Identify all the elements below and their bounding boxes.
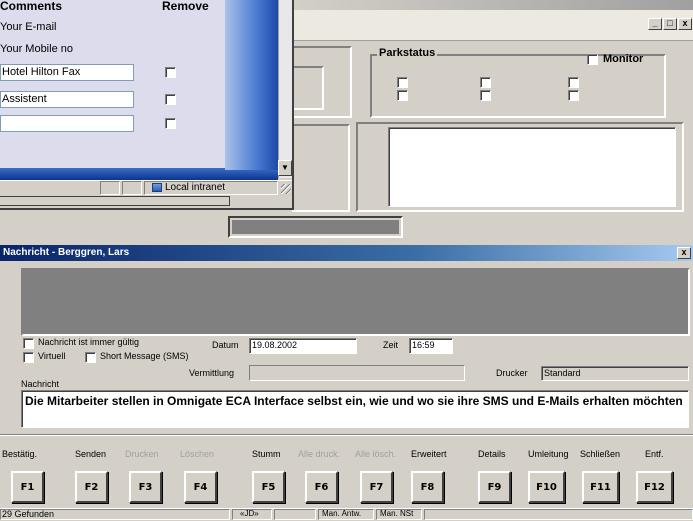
fkey-label-f3: Drucken	[125, 449, 159, 459]
status-found-cell: 29 Gefunden	[0, 509, 230, 520]
f12-button[interactable]: F12	[636, 471, 673, 503]
fkey-label-f9: Details	[478, 449, 506, 459]
message-window-title: Nachricht - Berggren, Lars	[3, 247, 130, 258]
virtual-checkbox[interactable]	[23, 352, 34, 363]
status-man-antw-text: Man. Antw.	[322, 509, 362, 518]
f7-button[interactable]: F7	[360, 471, 393, 503]
email-row-label: Your E-mail	[0, 21, 57, 33]
local-intranet-label: Local intranet	[165, 182, 226, 193]
remove-checkbox-2[interactable]	[165, 94, 176, 105]
popup-blue-right	[225, 0, 278, 170]
bg-window-controls: _ □ x	[648, 18, 692, 30]
fkey-label-f1: Bestätig.	[2, 449, 38, 459]
maximize-icon[interactable]: □	[663, 18, 677, 30]
fkey-label-f11: Schließen	[580, 449, 621, 459]
parkstatus-label: Parkstatus	[377, 47, 438, 59]
status-found-text: 29 Gefunden	[2, 509, 55, 519]
fkey-label-f12: Entf.	[645, 449, 664, 459]
f6-button[interactable]: F6	[305, 471, 338, 503]
monitor-label: Monitor	[603, 53, 644, 65]
f2-button[interactable]: F2	[75, 471, 108, 503]
status-cell-1	[100, 181, 120, 195]
remove-header: Remove	[162, 0, 209, 13]
park-slot-checkbox-1a[interactable]	[397, 77, 408, 88]
f11-button[interactable]: F11	[582, 471, 619, 503]
bg-mid-left-box	[292, 124, 350, 212]
scroll-down-arrow-icon[interactable]: ▼	[278, 160, 292, 176]
f9-button[interactable]: F9	[478, 471, 511, 503]
message-text-area[interactable]: Die Mitarbeiter stellen in Omnigate ECA …	[21, 390, 689, 428]
nachricht-label: Nachricht	[21, 379, 60, 389]
comments-header: Comments	[0, 0, 63, 13]
sms-label: Short Message (SMS)	[100, 351, 189, 361]
status-indicator-cell: «JD»	[232, 509, 272, 520]
monitor-checkbox[interactable]	[587, 53, 598, 65]
bg-gray-button[interactable]	[228, 216, 403, 238]
status-spacer-cell	[274, 509, 316, 520]
f8-button[interactable]: F8	[411, 471, 444, 503]
park-slot-checkbox-2b[interactable]	[480, 90, 491, 101]
status-empty-cell	[424, 509, 693, 520]
browser-popup-window: Comments Remove Your E-mail Your Mobile …	[0, 0, 294, 210]
local-intranet-icon	[152, 183, 162, 192]
comment-input-1[interactable]: Hotel Hilton Fax	[0, 64, 134, 81]
zeit-label: Zeit	[383, 340, 399, 350]
vermittlung-label: Vermittlung	[189, 368, 235, 378]
datum-field[interactable]: 19.08.2002	[249, 338, 357, 354]
fkey-label-f7: Alle lösch.	[355, 449, 397, 459]
drucker-label: Drucker	[496, 368, 528, 378]
remove-checkbox-3[interactable]	[165, 118, 176, 129]
message-window-titlebar: Nachricht - Berggren, Lars x	[0, 245, 693, 261]
f1-button[interactable]: F1	[11, 471, 44, 503]
status-indicator-text: «JD»	[240, 509, 259, 518]
fkey-label-f4: Löschen	[180, 449, 215, 459]
bg-menu-strip	[292, 10, 693, 41]
vermittlung-field	[249, 365, 465, 381]
monitor-checkbox-group[interactable]: Monitor	[587, 53, 643, 65]
status-man-antw-cell: Man. Antw.	[318, 509, 374, 520]
bg-title-strip	[292, 0, 693, 10]
fkey-label-f6: Alle druck.	[298, 449, 341, 459]
park-slot-checkbox-2a[interactable]	[480, 77, 491, 88]
fkey-divider	[0, 434, 693, 436]
close-icon[interactable]: x	[678, 18, 692, 30]
status-cell-2	[122, 181, 142, 195]
message-close-icon[interactable]: x	[677, 247, 691, 259]
comment-input-3[interactable]	[0, 115, 134, 132]
zeit-field[interactable]: 16:59	[409, 338, 453, 354]
datum-label: Datum	[212, 340, 239, 350]
f3-button[interactable]: F3	[129, 471, 162, 503]
f4-button[interactable]: F4	[184, 471, 217, 503]
status-man-nst-cell: Man. NSt	[376, 509, 422, 520]
fkey-label-f2: Senden	[75, 449, 107, 459]
f5-button[interactable]: F5	[252, 471, 285, 503]
remove-checkbox-1[interactable]	[165, 67, 176, 78]
virtual-label: Virtuell	[38, 351, 66, 361]
popup-bottom-strip	[0, 196, 230, 206]
mobile-row-label: Your Mobile no	[0, 43, 73, 55]
popup-vertical-scrollbar[interactable]	[278, 0, 292, 178]
park-slot-checkbox-3a[interactable]	[568, 77, 579, 88]
always-valid-checkbox[interactable]	[23, 338, 34, 349]
minimize-icon[interactable]: _	[648, 18, 662, 30]
bg-info-field[interactable]	[388, 127, 676, 207]
always-valid-label: Nachricht ist immer gültig	[38, 337, 140, 347]
park-slot-checkbox-3b[interactable]	[568, 90, 579, 101]
drucker-field[interactable]: Standard	[541, 366, 689, 381]
bg-left-inner-box	[292, 66, 324, 110]
park-slot-checkbox-1b[interactable]	[397, 90, 408, 101]
fkey-label-f5: Stumm	[252, 449, 281, 459]
status-man-nst-text: Man. NSt	[380, 509, 414, 518]
comment-input-2[interactable]: Assistent	[0, 91, 134, 108]
f10-button[interactable]: F10	[528, 471, 565, 503]
resize-grip-icon[interactable]	[281, 184, 291, 194]
message-header-panel	[21, 268, 690, 336]
sms-checkbox[interactable]	[85, 352, 96, 363]
fkey-label-f10: Umleitung	[528, 449, 569, 459]
fkey-label-f8: Erweitert	[411, 449, 447, 459]
